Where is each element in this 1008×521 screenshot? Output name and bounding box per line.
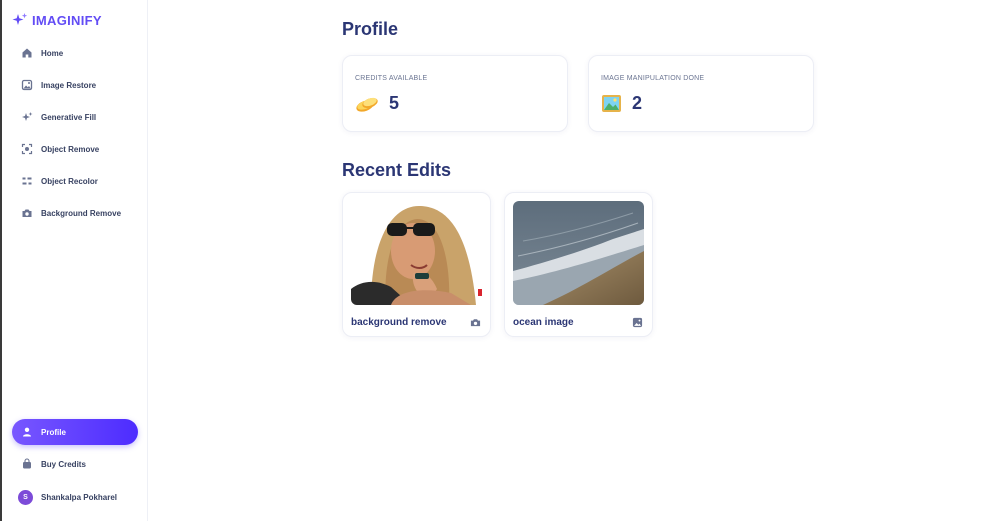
home-icon [22, 48, 32, 58]
sidebar-item-object-remove[interactable]: Object Remove [12, 136, 138, 162]
sidebar-item-label: Buy Credits [41, 459, 86, 469]
stat-label: IMAGE MANIPULATION DONE [601, 75, 705, 82]
credits-card: CREDITS AVAILABLE 5 [342, 55, 568, 132]
camera-icon [470, 319, 481, 327]
sparkle-logo-icon [12, 13, 28, 25]
filter-icon [22, 177, 32, 185]
user-profile-button[interactable]: S Shankalpa Pokharel [12, 484, 138, 510]
sidebar: IMAGINIFY Home Image Restore Generative … [2, 0, 148, 521]
manipulations-card: IMAGE MANIPULATION DONE 2 [588, 55, 814, 132]
photo-icon [602, 94, 621, 112]
sidebar-item-buy-credits[interactable]: Buy Credits [12, 451, 138, 477]
sidebar-item-label: Object Remove [41, 144, 100, 154]
sidebar-item-label: Background Remove [41, 208, 122, 218]
recent-edit-card[interactable]: ocean image [504, 192, 653, 337]
sidebar-item-label: Home [41, 48, 64, 58]
edit-title: background remove [351, 317, 447, 328]
sidebar-item-generative-fill[interactable]: Generative Fill [12, 104, 138, 130]
sidebar-item-label: Generative Fill [41, 112, 97, 122]
edit-thumbnail-background-remove[interactable] [351, 201, 482, 305]
edit-title: ocean image [513, 317, 574, 328]
avatar[interactable]: S [18, 489, 33, 505]
image-icon [632, 317, 643, 328]
sidebar-item-background-remove[interactable]: Background Remove [12, 200, 138, 226]
user-name: Shankalpa Pokharel [41, 492, 118, 502]
recent-edit-card[interactable]: background remove [342, 192, 491, 337]
stars-icon [22, 112, 33, 121]
app-name: IMAGINIFY [32, 12, 102, 28]
camera-icon [22, 209, 32, 217]
sidebar-item-label: Image Restore [41, 80, 97, 90]
app-logo[interactable]: IMAGINIFY [12, 12, 102, 28]
sidebar-item-label: Object Recolor [41, 176, 98, 186]
image-icon [21, 79, 33, 91]
edit-thumbnail-ocean-image[interactable] [513, 201, 644, 305]
sidebar-item-object-recolor[interactable]: Object Recolor [12, 168, 138, 194]
sidebar-item-home[interactable]: Home [12, 40, 138, 66]
page-title: Profile [342, 19, 399, 39]
sidebar-item-label: Profile [41, 427, 66, 437]
ocean-image [513, 201, 644, 305]
sidebar-item-profile[interactable]: Profile [12, 419, 138, 445]
section-title-recent-edits: Recent Edits [342, 160, 452, 180]
portrait-image [351, 201, 482, 305]
coins-icon [356, 97, 378, 112]
sidebar-item-image-restore[interactable]: Image Restore [12, 72, 138, 98]
bag-icon [23, 458, 31, 469]
credits-value: 5 [389, 93, 400, 113]
scan-icon [21, 143, 33, 155]
profile-icon [23, 427, 31, 437]
stat-label: CREDITS AVAILABLE [355, 75, 428, 82]
manipulations-value: 2 [632, 93, 643, 113]
